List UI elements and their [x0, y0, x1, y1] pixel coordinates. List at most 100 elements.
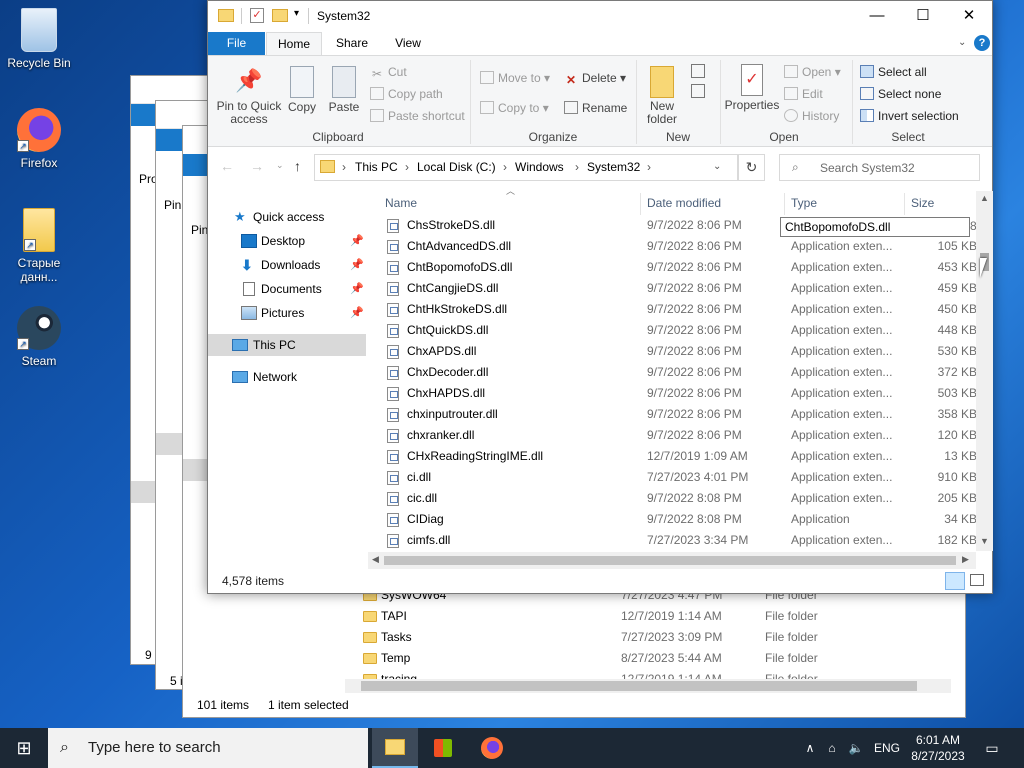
list-item[interactable]: Temp 8/27/2023 5:44 AM File folder — [183, 648, 965, 669]
breadcrumb-separator-icon[interactable]: › — [405, 160, 409, 174]
breadcrumb-separator-icon[interactable]: › — [575, 160, 579, 174]
file-row[interactable]: ChtQuickDS.dll 9/7/2022 8:06 PM Applicatio… — [379, 320, 979, 341]
breadcrumb-this-pc[interactable]: This PC — [355, 160, 398, 174]
file-row[interactable]: ChtBopomofoDS.dll 9/7/2022 8:06 PM Applica… — [379, 257, 979, 278]
open-button[interactable]: Open ▾ — [784, 62, 841, 82]
maximize-button[interactable]: ☐ — [900, 1, 946, 32]
bg-horizontal-scrollbar[interactable] — [345, 679, 951, 693]
copy-to-button[interactable]: Copy to ▾ — [480, 98, 549, 118]
customize-quick-access-icon[interactable]: ▾ — [294, 8, 299, 19]
file-row[interactable]: ChtHkStrokeDS.dll 9/7/2022 8:06 PM Applica… — [379, 299, 979, 320]
paste-shortcut-button[interactable]: Paste shortcut — [370, 106, 465, 126]
column-header-name[interactable]: Name — [385, 194, 417, 214]
tab-home[interactable]: Home — [266, 32, 322, 55]
network-icon[interactable]: ⌂ — [824, 728, 840, 768]
nav-item-desktop[interactable]: Desktop 📌 — [208, 230, 366, 252]
tab-share[interactable]: Share — [326, 32, 378, 55]
history-button[interactable]: History — [784, 106, 839, 126]
paste-button[interactable]: Paste — [326, 66, 362, 114]
file-row[interactable]: cimfs.dll 7/27/2023 3:34 PM Application ex… — [379, 530, 979, 551]
pin-icon[interactable]: 📌 — [350, 254, 364, 276]
taskbar-file-explorer[interactable] — [372, 728, 418, 768]
explorer-window[interactable]: ✓ ▾ System32 — ☐ ✕ File Home Share View … — [207, 0, 993, 594]
close-button[interactable]: ✕ — [946, 1, 992, 32]
list-item[interactable]: tracing 12/7/2019 1:14 AM File folder — [183, 669, 965, 679]
divider[interactable] — [784, 193, 785, 215]
breadcrumb-separator-icon[interactable]: › — [503, 160, 507, 174]
tab-file[interactable]: File — [208, 32, 265, 55]
move-to-button[interactable]: Move to ▾ — [480, 68, 550, 88]
recent-locations-icon[interactable]: ⌄ — [276, 160, 284, 171]
file-row[interactable]: ChtAdvancedDS.dll 9/7/2022 8:06 PM Applica… — [379, 236, 979, 257]
expand-ribbon-icon[interactable]: ⌄ — [958, 37, 966, 48]
breadcrumb-system32[interactable]: System32 — [587, 160, 640, 174]
volume-icon[interactable]: 🔈 — [846, 728, 866, 768]
nav-item-quick-access[interactable]: ★ Quick access — [208, 206, 366, 228]
new-folder-quick-icon[interactable] — [272, 9, 288, 22]
copy-path-button[interactable]: Copy path — [370, 84, 443, 104]
taskbar-firefox[interactable] — [468, 728, 514, 768]
help-icon[interactable]: ? — [974, 35, 990, 51]
start-button[interactable]: ⊞ — [0, 728, 48, 768]
file-row[interactable]: ChxHAPDS.dll 9/7/2022 8:06 PM Application … — [379, 383, 979, 404]
file-row[interactable]: ChxDecoder.dll 9/7/2022 8:06 PM Applicatio… — [379, 362, 979, 383]
desktop-icon-recycle-bin[interactable]: Recycle Bin — [3, 8, 75, 70]
address-bar[interactable]: › This PC › Local Disk (C:) › Windows › … — [314, 154, 738, 181]
scrollbar-thumb[interactable] — [384, 556, 956, 565]
column-header-date[interactable]: Date modified — [647, 194, 721, 214]
nav-item-downloads[interactable]: ⬇ Downloads 📌 — [208, 254, 366, 276]
file-row[interactable]: CIDiag 9/7/2022 8:08 PM Application 34 KB — [379, 509, 979, 530]
nav-item-this-pc[interactable]: This PC — [208, 334, 366, 356]
vertical-scrollbar[interactable]: ▲ ▼ — [976, 191, 993, 551]
up-arrow-icon[interactable]: ↑ — [294, 158, 301, 174]
minimize-button[interactable]: — — [854, 1, 900, 32]
delete-button[interactable]: ✕ Delete ▾ — [564, 68, 626, 88]
file-row[interactable]: chxranker.dll 9/7/2022 8:06 PM Application… — [379, 425, 979, 446]
breadcrumb-windows[interactable]: Windows — [515, 160, 564, 174]
back-arrow-icon[interactable]: ← — [220, 158, 234, 174]
scroll-left-arrow-icon[interactable]: ◀ — [372, 554, 379, 565]
nav-item-pictures[interactable]: Pictures 📌 — [208, 302, 366, 324]
notifications-icon[interactable]: ▭ — [980, 728, 1004, 768]
address-dropdown-icon[interactable]: ⌄ — [713, 161, 721, 172]
file-row[interactable]: chxinputrouter.dll 9/7/2022 8:06 PM Applic… — [379, 404, 979, 425]
show-hidden-icons-icon[interactable]: ∧ — [800, 728, 820, 768]
cut-button[interactable]: ✂ Cut — [370, 62, 407, 82]
properties-button[interactable]: ✓ Properties — [724, 64, 780, 112]
nav-item-documents[interactable]: Documents 📌 — [208, 278, 366, 300]
desktop-icon-old-data[interactable]: ↗ Старые данн... — [3, 208, 75, 284]
input-language[interactable]: ENG — [872, 728, 902, 768]
title-bar[interactable]: ✓ ▾ System32 — ☐ ✕ — [208, 1, 992, 32]
copy-button[interactable]: Copy — [284, 66, 320, 114]
divider[interactable] — [640, 193, 641, 215]
rename-button[interactable]: Rename — [564, 98, 627, 118]
forward-arrow-icon[interactable]: → — [250, 158, 264, 174]
properties-quick-icon[interactable]: ✓ — [250, 8, 264, 23]
pin-icon[interactable]: 📌 — [350, 278, 364, 300]
column-header-type[interactable]: Type — [791, 194, 817, 214]
file-row[interactable]: CHxReadingStringIME.dll 12/7/2019 1:09 AM… — [379, 446, 979, 467]
file-row[interactable]: ChxAPDS.dll 9/7/2022 8:06 PM Application e… — [379, 341, 979, 362]
file-row[interactable]: cic.dll 9/7/2022 8:08 PM Application exten… — [379, 488, 979, 509]
breadcrumb-local-disk[interactable]: Local Disk (C:) — [417, 160, 496, 174]
list-item[interactable]: Tasks 7/27/2023 3:09 PM File folder — [183, 627, 965, 648]
pin-icon[interactable]: 📌 — [350, 302, 364, 324]
pin-icon[interactable]: 📌 — [350, 230, 364, 252]
clock[interactable]: 6:01 AM 8/27/2023 — [906, 728, 970, 768]
details-view-icon[interactable] — [945, 572, 965, 590]
pin-to-quick-access-button[interactable]: 📌 Pin to Quick access — [214, 66, 284, 126]
select-none-button[interactable]: Select none — [860, 84, 941, 104]
scroll-up-arrow-icon[interactable]: ▲ — [980, 193, 989, 203]
list-item[interactable]: TAPI 12/7/2019 1:14 AM File folder — [183, 606, 965, 627]
nav-item-network[interactable]: Network — [208, 366, 366, 388]
edit-button[interactable]: Edit — [784, 84, 823, 104]
divider[interactable] — [904, 193, 905, 215]
column-header-size[interactable]: Size — [911, 194, 934, 214]
file-row[interactable]: ChtCangjieDS.dll 9/7/2022 8:06 PM Applicat… — [379, 278, 979, 299]
large-icons-view-icon[interactable] — [970, 574, 984, 586]
scroll-right-arrow-icon[interactable]: ▶ — [962, 554, 969, 565]
select-all-button[interactable]: Select all — [860, 62, 927, 82]
search-input[interactable]: ⌕ Search System32 — [779, 154, 980, 181]
breadcrumb-separator-icon[interactable]: › — [647, 160, 651, 174]
refresh-icon[interactable]: ↻ — [738, 154, 765, 181]
